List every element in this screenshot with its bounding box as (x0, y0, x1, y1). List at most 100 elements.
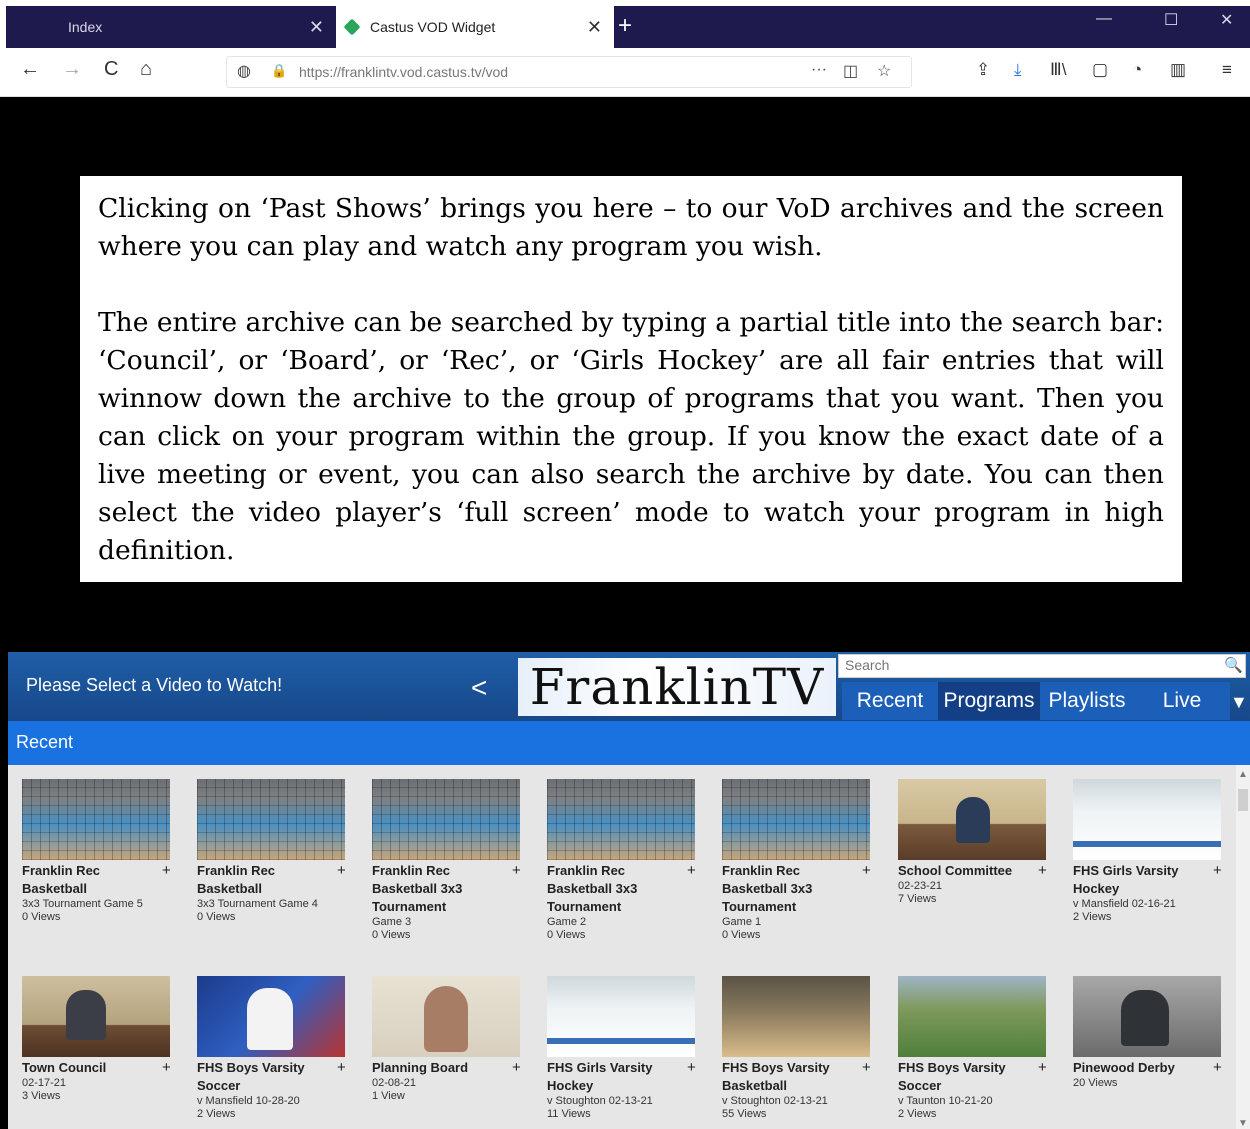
add-to-playlist-icon[interactable]: + (512, 1059, 521, 1076)
video-title[interactable]: FHS Boys Varsity Soccer (197, 1059, 335, 1095)
bookmark-star-icon[interactable]: ☆ (877, 61, 891, 81)
url-text[interactable]: https://franklintv.vod.castus.tv/vod (299, 64, 508, 80)
add-to-playlist-icon[interactable]: + (862, 1059, 871, 1076)
reader-view-icon[interactable]: ▢ (1092, 60, 1108, 80)
video-views: 0 Views (197, 911, 236, 923)
video-card[interactable]: + FHS Girls Varsity Hockey v Stoughton 0… (547, 976, 707, 1121)
new-tab-button[interactable]: + (618, 12, 632, 40)
video-title[interactable]: Franklin Rec Basketball 3x3 Tournament (547, 862, 685, 916)
video-subtitle: Game 1 (722, 916, 762, 928)
video-title[interactable]: FHS Boys Varsity Soccer (898, 1059, 1036, 1095)
video-card[interactable]: + School Committee 02-23-21 7 Views (898, 779, 1058, 906)
downloads-tray-icon[interactable]: ⇪ (976, 60, 990, 80)
window-close-icon[interactable]: ✕ (1220, 10, 1233, 30)
video-thumbnail[interactable] (1073, 779, 1221, 860)
video-card[interactable]: + FHS Boys Varsity Basketball v Stoughto… (722, 976, 882, 1121)
search-box[interactable]: 🔍 (838, 654, 1246, 678)
lock-icon[interactable]: 🔒 (271, 63, 287, 79)
video-title[interactable]: FHS Girls Varsity Hockey (1073, 862, 1211, 898)
section-title: Recent (16, 732, 74, 752)
add-to-playlist-icon[interactable]: + (162, 1059, 171, 1076)
video-thumbnail[interactable] (372, 976, 520, 1057)
add-to-playlist-icon[interactable]: + (687, 862, 696, 879)
page-actions-more-icon[interactable]: ··· (811, 61, 827, 79)
video-title[interactable]: Franklin Rec Basketball 3x3 Tournament (722, 862, 860, 916)
pocket-icon[interactable]: ◫ (843, 61, 858, 81)
add-to-playlist-icon[interactable]: + (337, 1059, 346, 1076)
video-card[interactable]: + Franklin Rec Basketball 3x3 Tournament… (22, 779, 182, 924)
video-card[interactable]: + Franklin Rec Basketball 3x3 Tournament… (722, 779, 882, 942)
library-icon[interactable]: Ⅲ\ (1050, 60, 1066, 80)
grid-scrollbar[interactable]: ▲ ▼ (1236, 765, 1250, 1129)
dropdown-icon[interactable]: ▼ (1230, 692, 1248, 713)
extension-grid-icon[interactable]: ▥ (1170, 60, 1186, 80)
add-to-playlist-icon[interactable]: + (1038, 862, 1047, 879)
scroll-down-icon[interactable]: ▼ (1238, 1118, 1248, 1129)
tracking-shield-icon[interactable]: ◍ (237, 61, 251, 81)
tab-recent[interactable]: Recent (842, 682, 938, 720)
video-title[interactable]: Town Council (22, 1059, 160, 1077)
video-card[interactable]: + Franklin Rec Basketball 3x3 Tournament… (372, 779, 532, 942)
tab-castus-vod-widget[interactable]: Castus VOD Widget ✕ (336, 6, 614, 48)
tab-programs[interactable]: Programs (938, 682, 1040, 720)
video-thumbnail[interactable] (898, 779, 1046, 860)
add-to-playlist-icon[interactable]: + (1038, 1059, 1047, 1076)
forward-icon[interactable]: → (62, 58, 82, 81)
video-card[interactable]: + Pinewood Derby 20 Views (1073, 976, 1233, 1090)
video-thumbnail[interactable] (1073, 976, 1221, 1057)
video-title[interactable]: FHS Girls Varsity Hockey (547, 1059, 685, 1095)
app-menu-icon[interactable]: ≡ (1222, 60, 1232, 80)
video-card[interactable]: + FHS Boys Varsity Soccer v Mansfield 10… (197, 976, 357, 1121)
video-thumbnail[interactable] (197, 976, 345, 1057)
video-thumbnail[interactable] (22, 976, 170, 1057)
add-to-playlist-icon[interactable]: + (862, 862, 871, 879)
video-title[interactable]: Pinewood Derby (1073, 1059, 1211, 1077)
video-title[interactable]: Planning Board (372, 1059, 510, 1077)
video-thumbnail[interactable] (898, 976, 1046, 1057)
url-bar[interactable]: ◍ 🔒 https://franklintv.vod.castus.tv/vod… (226, 56, 912, 88)
minimize-icon[interactable]: — (1096, 10, 1112, 28)
scroll-up-icon[interactable]: ▲ (1238, 769, 1248, 780)
tab-index-close-icon[interactable]: ✕ (309, 17, 324, 38)
video-thumbnail[interactable] (372, 779, 520, 860)
search-input[interactable] (839, 655, 1221, 675)
add-to-playlist-icon[interactable]: + (1213, 862, 1222, 879)
download-icon[interactable]: ⤓ (1014, 60, 1022, 80)
video-thumbnail[interactable] (547, 779, 695, 860)
video-card[interactable]: + Town Council 02-17-21 3 Views (22, 976, 182, 1103)
add-to-playlist-icon[interactable]: + (512, 862, 521, 879)
video-thumbnail[interactable] (722, 779, 870, 860)
tab-live[interactable]: Live (1134, 682, 1230, 720)
video-card[interactable]: + Franklin Rec Basketball 3x3 Tournament… (547, 779, 707, 942)
video-thumbnail[interactable] (547, 976, 695, 1057)
tab-index[interactable]: Index ✕ (56, 6, 336, 48)
video-card[interactable]: + FHS Boys Varsity Soccer v Taunton 10-2… (898, 976, 1058, 1121)
tab-castus-close-icon[interactable]: ✕ (587, 17, 602, 38)
video-title[interactable]: School Committee (898, 862, 1036, 880)
extension-icon[interactable]: ◔ (1132, 60, 1142, 80)
video-title[interactable]: FHS Boys Varsity Basketball (722, 1059, 860, 1095)
scroll-thumb[interactable] (1238, 789, 1248, 811)
video-title[interactable]: Franklin Rec Basketball (22, 862, 160, 898)
video-thumbnail[interactable] (197, 779, 345, 860)
maximize-icon[interactable]: ☐ (1164, 10, 1178, 30)
add-to-playlist-icon[interactable]: + (337, 862, 346, 879)
add-to-playlist-icon[interactable]: + (687, 1059, 696, 1076)
search-icon[interactable]: 🔍 (1224, 656, 1243, 674)
video-title[interactable]: Franklin Rec Basketball (197, 862, 335, 898)
video-title[interactable]: Franklin Rec Basketball 3x3 Tournament (372, 862, 510, 916)
video-card[interactable]: + Franklin Rec Basketball 3x3 Tournament… (197, 779, 357, 924)
back-icon[interactable]: ← (20, 58, 40, 81)
add-to-playlist-icon[interactable]: + (162, 862, 171, 879)
video-thumbnail[interactable] (22, 779, 170, 860)
video-views: 7 Views (898, 893, 937, 905)
video-thumbnail[interactable] (722, 976, 870, 1057)
add-to-playlist-icon[interactable]: + (1213, 1059, 1222, 1076)
video-subtitle: 3x3 Tournament Game 5 (22, 898, 143, 910)
video-card[interactable]: + Planning Board 02-08-21 1 View (372, 976, 532, 1103)
home-icon[interactable]: ⌂ (140, 58, 152, 81)
video-card[interactable]: + FHS Girls Varsity Hockey v Mansfield 0… (1073, 779, 1233, 924)
tab-playlists[interactable]: Playlists (1040, 682, 1134, 720)
share-icon[interactable]: < (471, 672, 487, 704)
reload-icon[interactable]: C (104, 58, 118, 81)
